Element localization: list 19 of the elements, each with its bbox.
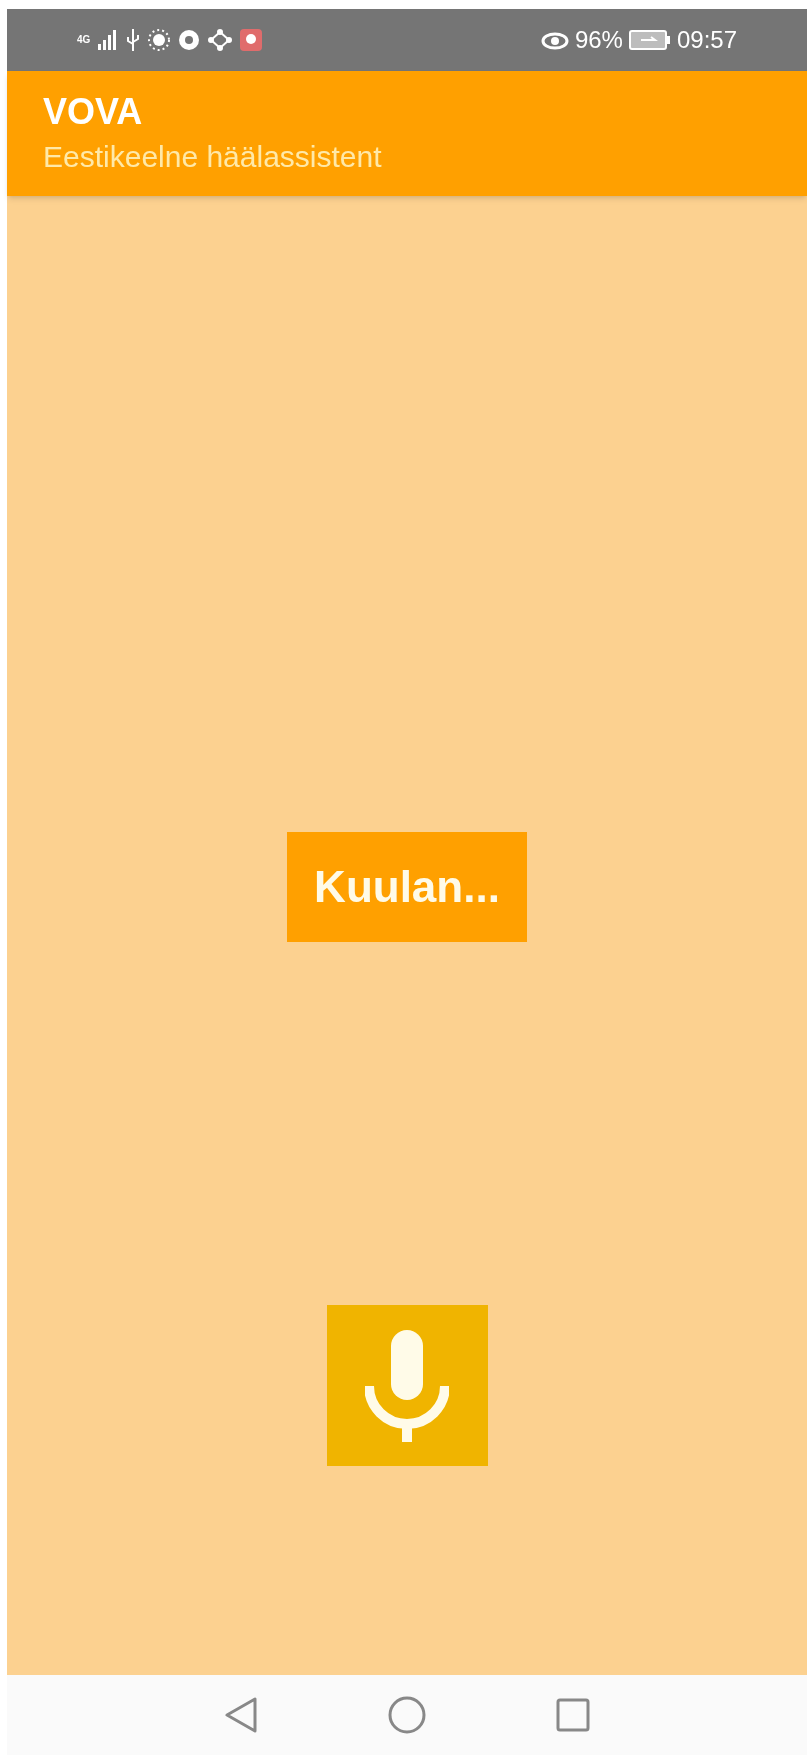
network-nodes-icon	[208, 29, 233, 51]
usb-icon	[126, 29, 141, 51]
sun-icon	[148, 29, 171, 51]
status-message: Kuulan...	[287, 832, 527, 942]
app-title: VOVA	[43, 91, 144, 133]
eye-icon	[540, 30, 569, 50]
microphone-icon	[365, 1329, 449, 1442]
back-icon[interactable]	[224, 1696, 258, 1734]
clock: 09:57	[676, 25, 737, 55]
battery-icon	[628, 30, 671, 50]
browser-icon	[178, 29, 201, 51]
battery-percentage: 96%	[574, 25, 623, 55]
network-type: 4G	[77, 35, 91, 45]
signal-icon	[98, 30, 119, 50]
app-subtitle: Eestikeelne häälassistent	[43, 139, 383, 175]
microphone-button[interactable]	[326, 1305, 488, 1466]
app-icon	[240, 29, 263, 51]
home-icon[interactable]	[388, 1696, 426, 1734]
recent-apps-icon[interactable]	[556, 1698, 590, 1732]
